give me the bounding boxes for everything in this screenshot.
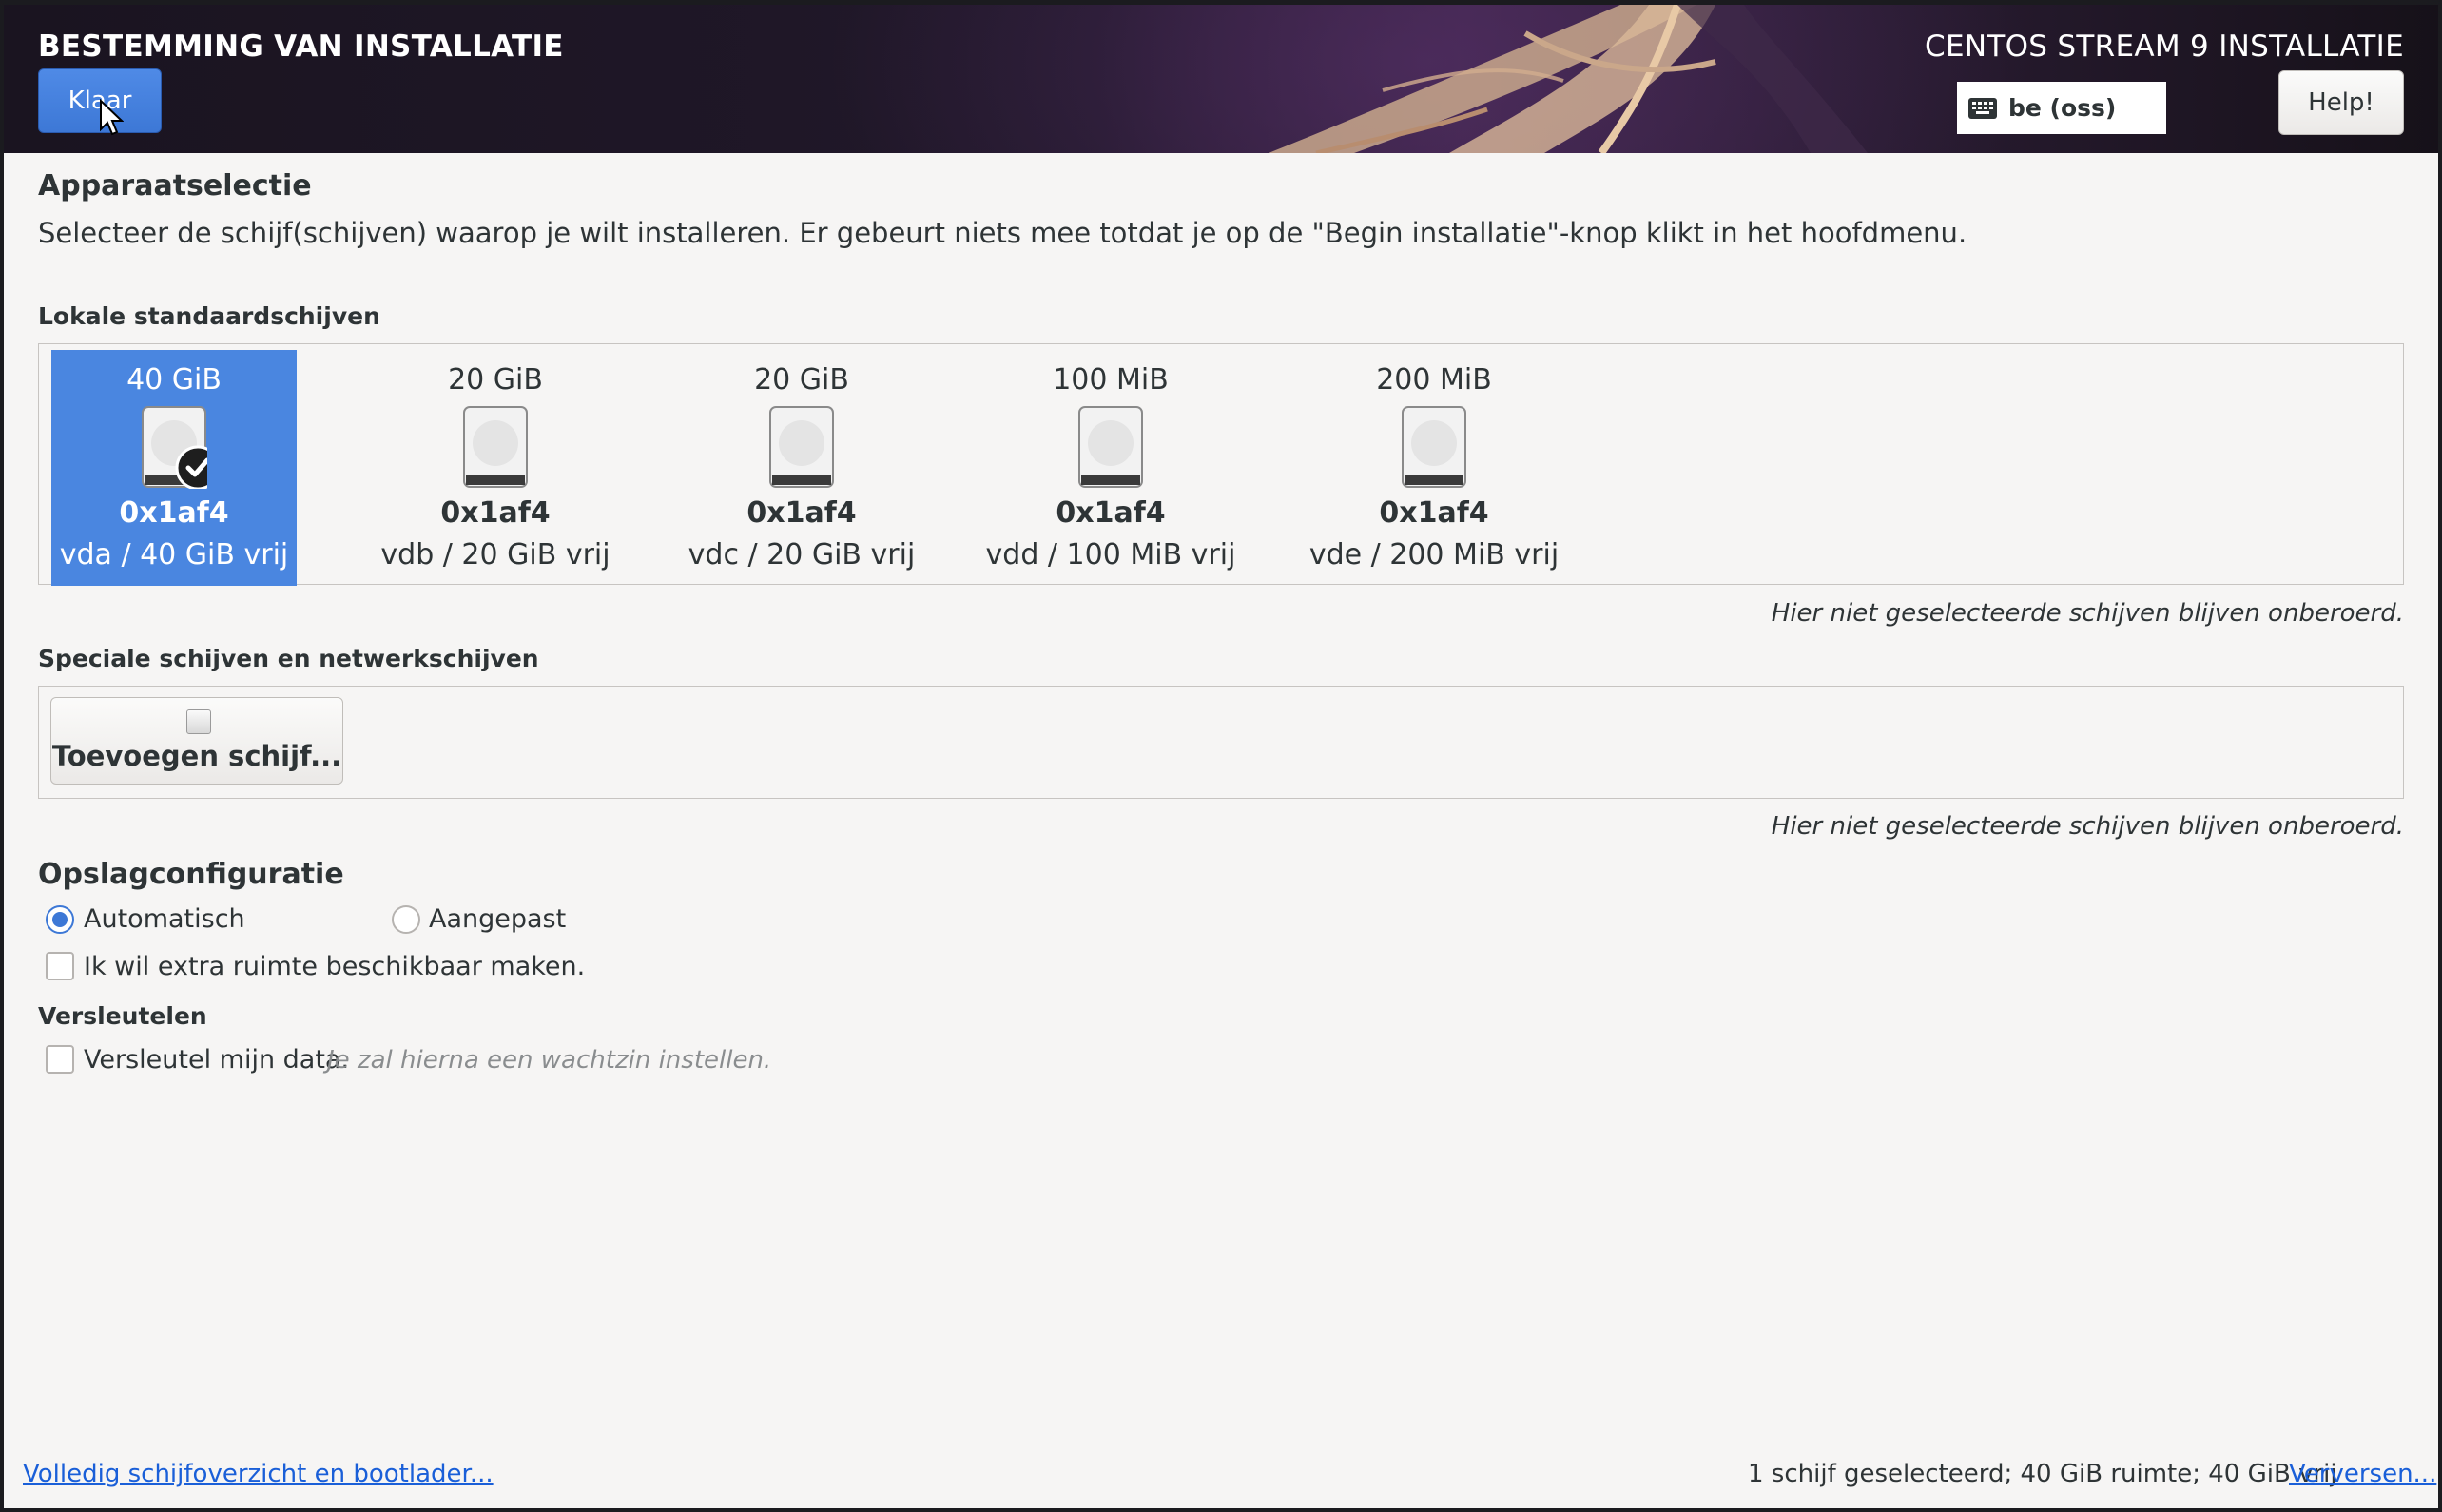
hard-disk-icon [1078,406,1143,488]
disk-free-space: vde / 200 MiB vrij [1308,538,1560,572]
disk-size: 20 GiB [448,363,543,397]
local-disks-heading: Lokale standaardschijven [38,302,380,330]
header-bar: BESTEMMING VAN INSTALLATIE CENTOS STREAM… [4,5,2438,153]
disk-free-space: vdb / 20 GiB vrij [380,538,610,572]
disk-add-icon [186,709,211,734]
hard-disk-icon [769,406,834,488]
hard-disk-icon [142,406,207,489]
special-disks-panel: Toevoegen schijf... [38,686,2404,799]
disk-vde[interactable]: 200 MiB 0x1af4 vde / 200 MiB vrij [1277,350,1591,586]
disk-model: 0x1af4 [1056,496,1166,530]
hard-disk-icon [463,406,528,488]
local-disks-note: Hier niet geselecteerde schijven blijven… [1771,599,2404,628]
automatic-radio[interactable] [46,905,74,934]
encryption-heading: Versleutelen [38,1002,207,1030]
disk-free-space: vda / 40 GiB vrij [59,538,289,572]
disk-size: 40 GiB [126,363,222,397]
automatic-label[interactable]: Automatisch [84,904,245,934]
reclaim-space-checkbox[interactable] [46,952,74,980]
device-selection-heading: Apparaatselectie [38,169,312,203]
selection-status: 1 schijf geselecteerd; 40 GiB ruimte; 40… [1748,1460,2337,1488]
custom-radio[interactable] [392,905,420,934]
add-disk-button[interactable]: Toevoegen schijf... [50,697,343,785]
disk-model: 0x1af4 [440,496,551,530]
disk-size: 200 MiB [1376,363,1492,397]
disk-vdb[interactable]: 20 GiB 0x1af4 vdb / 20 GiB vrij [353,350,638,586]
special-disks-heading: Speciale schijven en netwerkschijven [38,645,539,672]
page-title: BESTEMMING VAN INSTALLATIE [38,29,564,64]
add-disk-label: Toevoegen schijf... [51,740,342,772]
refresh-link[interactable]: Verversen... [2289,1460,2436,1488]
product-title: CENTOS STREAM 9 INSTALLATIE [1925,29,2404,64]
disk-vdd[interactable]: 100 MiB 0x1af4 vdd / 100 MiB vrij [954,350,1268,586]
disk-model: 0x1af4 [119,496,229,530]
keyboard-layout-label: be (oss) [2008,94,2117,122]
disk-size: 100 MiB [1053,363,1169,397]
disk-free-space: vdc / 20 GiB vrij [688,538,916,572]
disk-model: 0x1af4 [746,496,857,530]
keyboard-icon [1968,97,1997,119]
custom-label[interactable]: Aangepast [429,904,566,934]
disk-free-space: vdd / 100 MiB vrij [985,538,1236,572]
local-disks-panel: 40 GiB 0x1af4 vda / 40 GiB vrij 20 GiB 0… [38,343,2404,586]
encrypt-hint: Je zal hierna een wachtzin instellen. [327,1046,772,1075]
encrypt-checkbox[interactable] [46,1045,74,1074]
mouse-cursor-icon [100,99,124,136]
special-disks-note: Hier niet geselecteerde schijven blijven… [1771,812,2404,841]
keyboard-layout-indicator[interactable]: be (oss) [1957,82,2166,134]
disk-size: 20 GiB [754,363,849,397]
disk-vda[interactable]: 40 GiB 0x1af4 vda / 40 GiB vrij [51,350,297,586]
help-button[interactable]: Help! [2278,70,2404,135]
full-disk-summary-link[interactable]: Volledig schijfoverzicht en bootlader... [23,1460,494,1488]
hard-disk-icon [1402,406,1466,488]
device-selection-description: Selecteer de schijf(schijven) waarop je … [38,217,1967,249]
storage-config-heading: Opslagconfiguratie [38,858,344,891]
disk-model: 0x1af4 [1379,496,1489,530]
disk-vdc[interactable]: 20 GiB 0x1af4 vdc / 20 GiB vrij [659,350,944,586]
reclaim-space-label[interactable]: Ik wil extra ruimte beschikbaar maken. [84,952,585,981]
encrypt-label[interactable]: Versleutel mijn data. [84,1045,349,1075]
